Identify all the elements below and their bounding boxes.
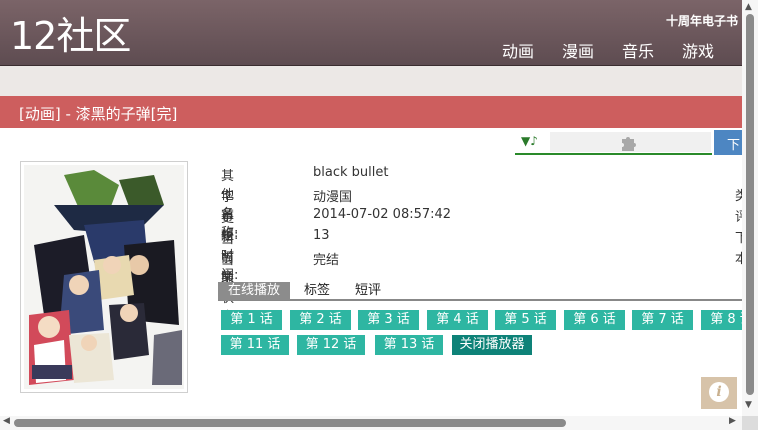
episode-button[interactable]: 第 13 话 — [375, 335, 443, 355]
vertical-scroll-thumb[interactable] — [746, 14, 754, 395]
music-note-icon[interactable]: ▼♪ — [521, 134, 538, 148]
detail-value: 13 — [313, 228, 330, 243]
detail-value: 2014-07-02 08:57:42 — [313, 207, 452, 222]
vertical-scrollbar[interactable]: ▲ ▼ — [742, 0, 758, 416]
nav-manga[interactable]: 漫画 — [548, 38, 608, 62]
tab-online-play[interactable]: 在线播放 — [218, 282, 291, 300]
tab-tags[interactable]: 标签 — [294, 282, 340, 300]
title-bar: [动画] - 漆黑的子弹[完] — [0, 96, 742, 128]
puzzle-icon — [622, 137, 636, 151]
episode-button[interactable]: 第 11 话 — [221, 335, 289, 355]
anime-poster — [20, 161, 188, 393]
scroll-left-icon[interactable]: ◀ — [3, 416, 10, 426]
site-logo[interactable]: 12社区 — [10, 14, 131, 58]
info-icon: i — [709, 382, 729, 402]
nav-music[interactable]: 音乐 — [608, 38, 668, 62]
scroll-right-icon[interactable]: ▶ — [729, 416, 736, 426]
ebook-link[interactable]: 十周年电子书 — [666, 12, 738, 29]
page-title: [动画] - 漆黑的子弹[完] — [19, 105, 178, 123]
close-player-button[interactable]: 关闭播放器 — [452, 335, 532, 355]
main-nav: 动画 漫画 音乐 游戏 — [488, 38, 728, 62]
detail-value[interactable]: 动漫国 — [313, 186, 352, 205]
info-button[interactable]: i — [701, 377, 737, 409]
episode-button[interactable]: 第 1 话 — [221, 310, 282, 330]
plugin-placeholder — [550, 132, 711, 152]
poster-image — [24, 165, 184, 389]
tools-bar: ▼♪ 下 — [515, 130, 754, 155]
episode-button[interactable]: 第 7 话 — [632, 310, 693, 330]
nav-games[interactable]: 游戏 — [668, 38, 728, 62]
detail-value: 完结 — [313, 253, 340, 268]
episode-button[interactable]: 第 12 话 — [297, 335, 365, 355]
music-player: ▼♪ — [515, 130, 712, 155]
horizontal-scroll-thumb[interactable] — [14, 419, 566, 427]
detail-value: black bullet — [313, 165, 389, 180]
episode-button[interactable]: 第 5 话 — [495, 310, 556, 330]
nav-anime[interactable]: 动画 — [488, 38, 548, 62]
episode-button[interactable]: 第 3 话 — [358, 310, 419, 330]
scrollbar-corner — [742, 416, 758, 430]
episode-button[interactable]: 第 8 话 — [701, 310, 742, 330]
site-header: 12社区 十周年电子书 动画 漫画 音乐 游戏 — [0, 0, 742, 66]
episode-list: 第 1 话 第 2 话 第 3 话 第 4 话 第 5 话 第 6 话 第 7 … — [221, 310, 742, 360]
scroll-down-icon[interactable]: ▼ — [745, 400, 752, 410]
sub-bar — [0, 66, 742, 96]
horizontal-scrollbar[interactable]: ◀ ▶ — [0, 416, 742, 430]
tab-reviews[interactable]: 短评 — [345, 282, 391, 300]
scroll-up-icon[interactable]: ▲ — [745, 2, 752, 12]
episode-button[interactable]: 第 6 话 — [564, 310, 625, 330]
content-tabs: 在线播放 标签 短评 — [218, 282, 742, 301]
episode-button[interactable]: 第 2 话 — [290, 310, 351, 330]
episode-button[interactable]: 第 4 话 — [427, 310, 488, 330]
